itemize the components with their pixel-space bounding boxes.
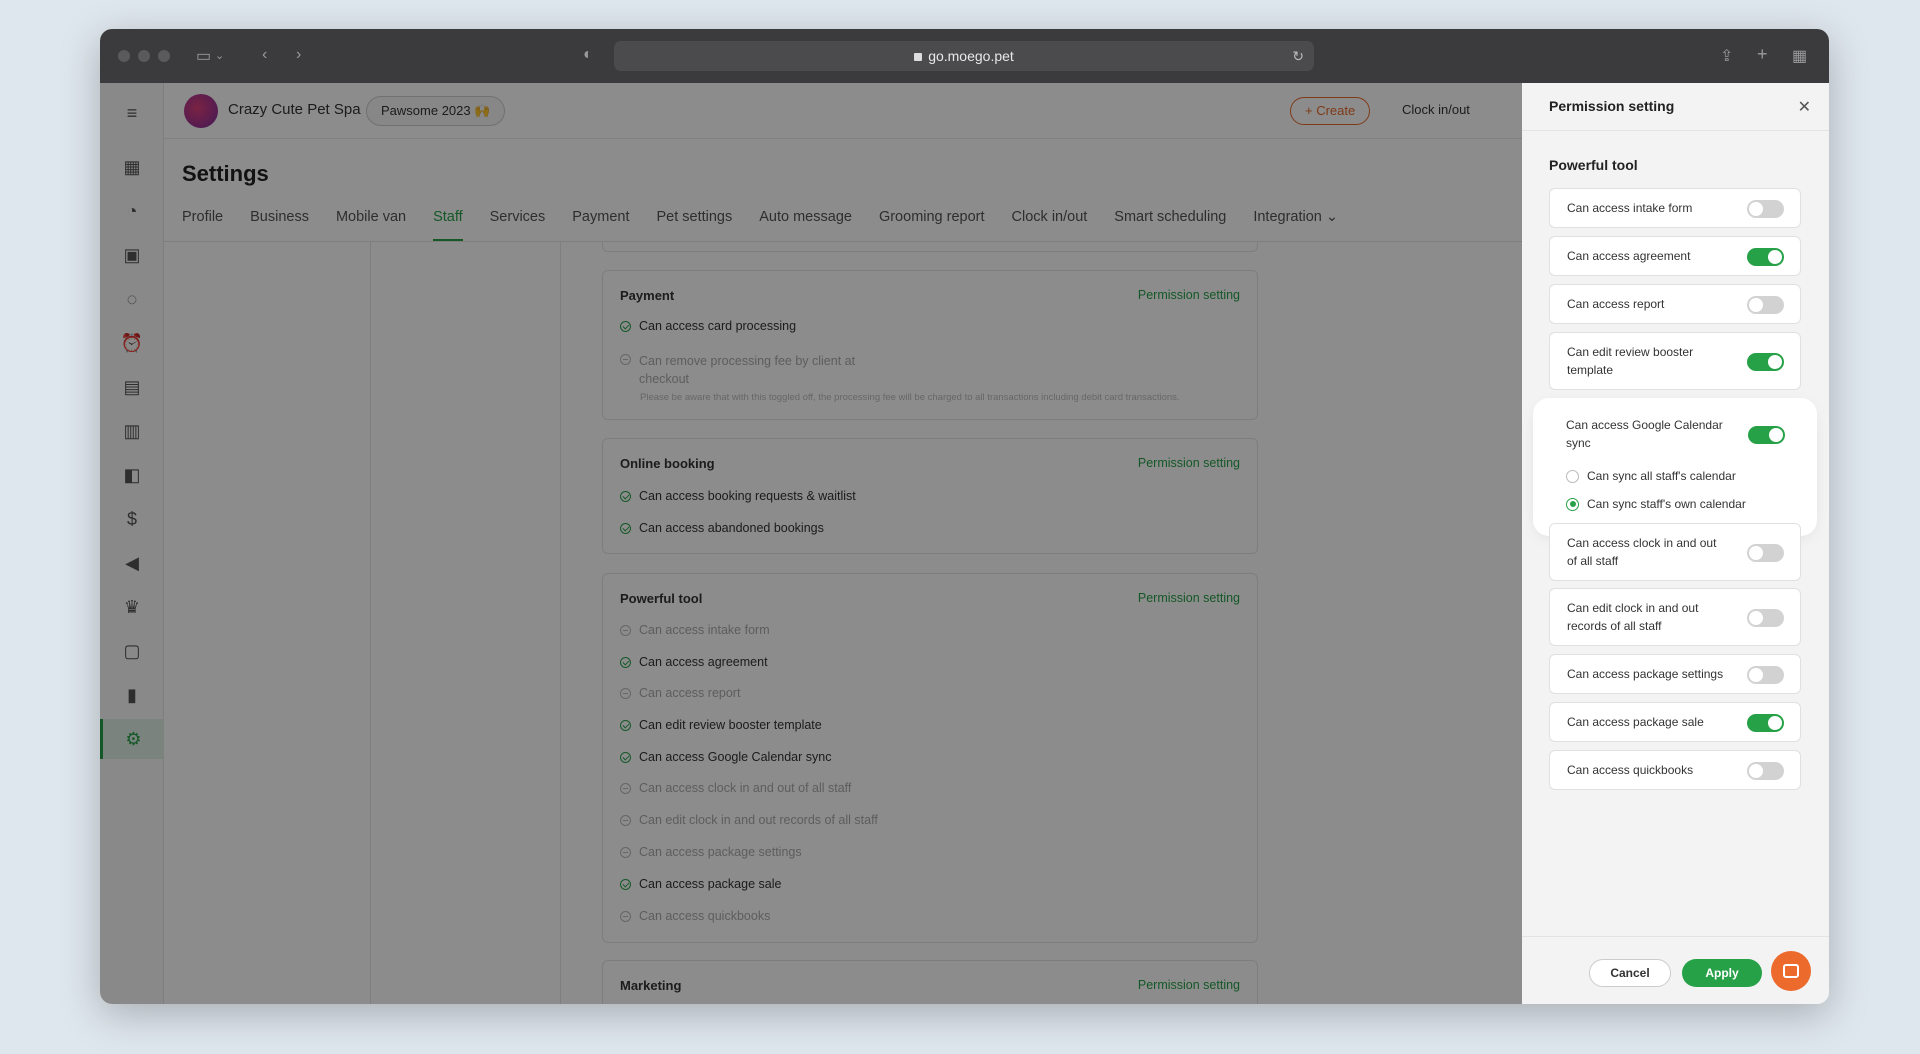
option-toggle[interactable] <box>1748 426 1785 444</box>
apply-button[interactable]: Apply <box>1682 959 1762 987</box>
option-label: Can edit clock in and out records of all… <box>1567 601 1699 633</box>
option-label: Can access package sale <box>1567 715 1704 729</box>
option-row: Can access package sale <box>1549 702 1801 742</box>
section-title: Powerful tool <box>1549 157 1638 173</box>
option-toggle[interactable] <box>1747 714 1784 732</box>
address-bar[interactable]: go.moego.pet ↻ <box>614 41 1314 71</box>
radio-button[interactable] <box>1566 469 1579 483</box>
option-row: Can access quickbooks <box>1549 750 1801 790</box>
option-label: Can access clock in and out of all staff <box>1567 536 1717 568</box>
tab-overview-icon[interactable]: ▦ <box>1792 46 1807 66</box>
drawer-divider <box>1522 130 1829 131</box>
shield-icon: ◐ <box>583 46 593 63</box>
drawer-footer: Cancel Apply <box>1522 936 1829 1004</box>
option-row: Can access agreement <box>1549 236 1801 276</box>
option-toggle[interactable] <box>1747 248 1784 266</box>
option-toggle[interactable] <box>1747 200 1784 218</box>
option-toggle[interactable] <box>1747 666 1784 684</box>
back-icon[interactable]: ‹ <box>262 46 267 64</box>
share-icon[interactable]: ⇪ <box>1720 46 1733 66</box>
option-row: Can access report <box>1549 284 1801 324</box>
option-toggle[interactable] <box>1747 544 1784 562</box>
new-tab-icon[interactable]: + <box>1757 44 1768 65</box>
option-row: Can access package settings <box>1549 654 1801 694</box>
option-row: Can edit review booster template <box>1549 332 1801 390</box>
drawer-title: Permission setting <box>1549 98 1675 114</box>
sidebar-toggle-icon[interactable]: ▭ <box>196 46 211 66</box>
option-label: Can access intake form <box>1567 201 1693 215</box>
option-row: Can access intake form <box>1549 188 1801 228</box>
radio-label: Can sync all staff's calendar <box>1587 469 1736 483</box>
permission-drawer: Permission setting ✕ Powerful tool Can a… <box>1522 83 1829 1004</box>
option-label: Can access Google Calendar sync <box>1566 418 1723 450</box>
radio-own-calendar[interactable]: Can sync staff's own calendar <box>1566 497 1746 511</box>
radio-label: Can sync staff's own calendar <box>1587 497 1746 511</box>
chevron-down-icon[interactable]: ⌄ <box>215 49 224 62</box>
chat-icon[interactable] <box>1771 951 1811 991</box>
option-toggle[interactable] <box>1747 609 1784 627</box>
option-row: Can access clock in and out of all staff <box>1549 523 1801 581</box>
option-toggle[interactable] <box>1747 353 1784 371</box>
option-label: Can edit review booster template <box>1567 345 1694 377</box>
window-controls[interactable] <box>118 50 170 62</box>
radio-all-staff[interactable]: Can sync all staff's calendar <box>1566 469 1736 483</box>
option-row: Can edit clock in and out records of all… <box>1549 588 1801 646</box>
option-label: Can access quickbooks <box>1567 763 1694 777</box>
browser-titlebar: ▭ ⌄ ‹ › ◐ go.moego.pet ↻ ⇪ + ▦ <box>100 29 1829 83</box>
browser-window: ▭ ⌄ ‹ › ◐ go.moego.pet ↻ ⇪ + ▦ ≡ ▦ ◔ ▣ ◌… <box>100 29 1829 1004</box>
option-label: Can access agreement <box>1567 249 1691 263</box>
forward-icon[interactable]: › <box>296 46 301 64</box>
radio-button[interactable] <box>1566 497 1579 511</box>
option-toggle[interactable] <box>1747 762 1784 780</box>
close-icon[interactable]: ✕ <box>1798 97 1811 117</box>
google-calendar-option: Can access Google Calendar sync Can sync… <box>1541 406 1809 528</box>
cancel-button[interactable]: Cancel <box>1589 959 1671 987</box>
reload-icon[interactable]: ↻ <box>1292 48 1304 65</box>
option-label: Can access package settings <box>1567 667 1724 681</box>
lock-icon <box>914 53 923 61</box>
option-toggle[interactable] <box>1747 296 1784 314</box>
option-label: Can access report <box>1567 297 1665 311</box>
url-text: go.moego.pet <box>928 48 1014 64</box>
